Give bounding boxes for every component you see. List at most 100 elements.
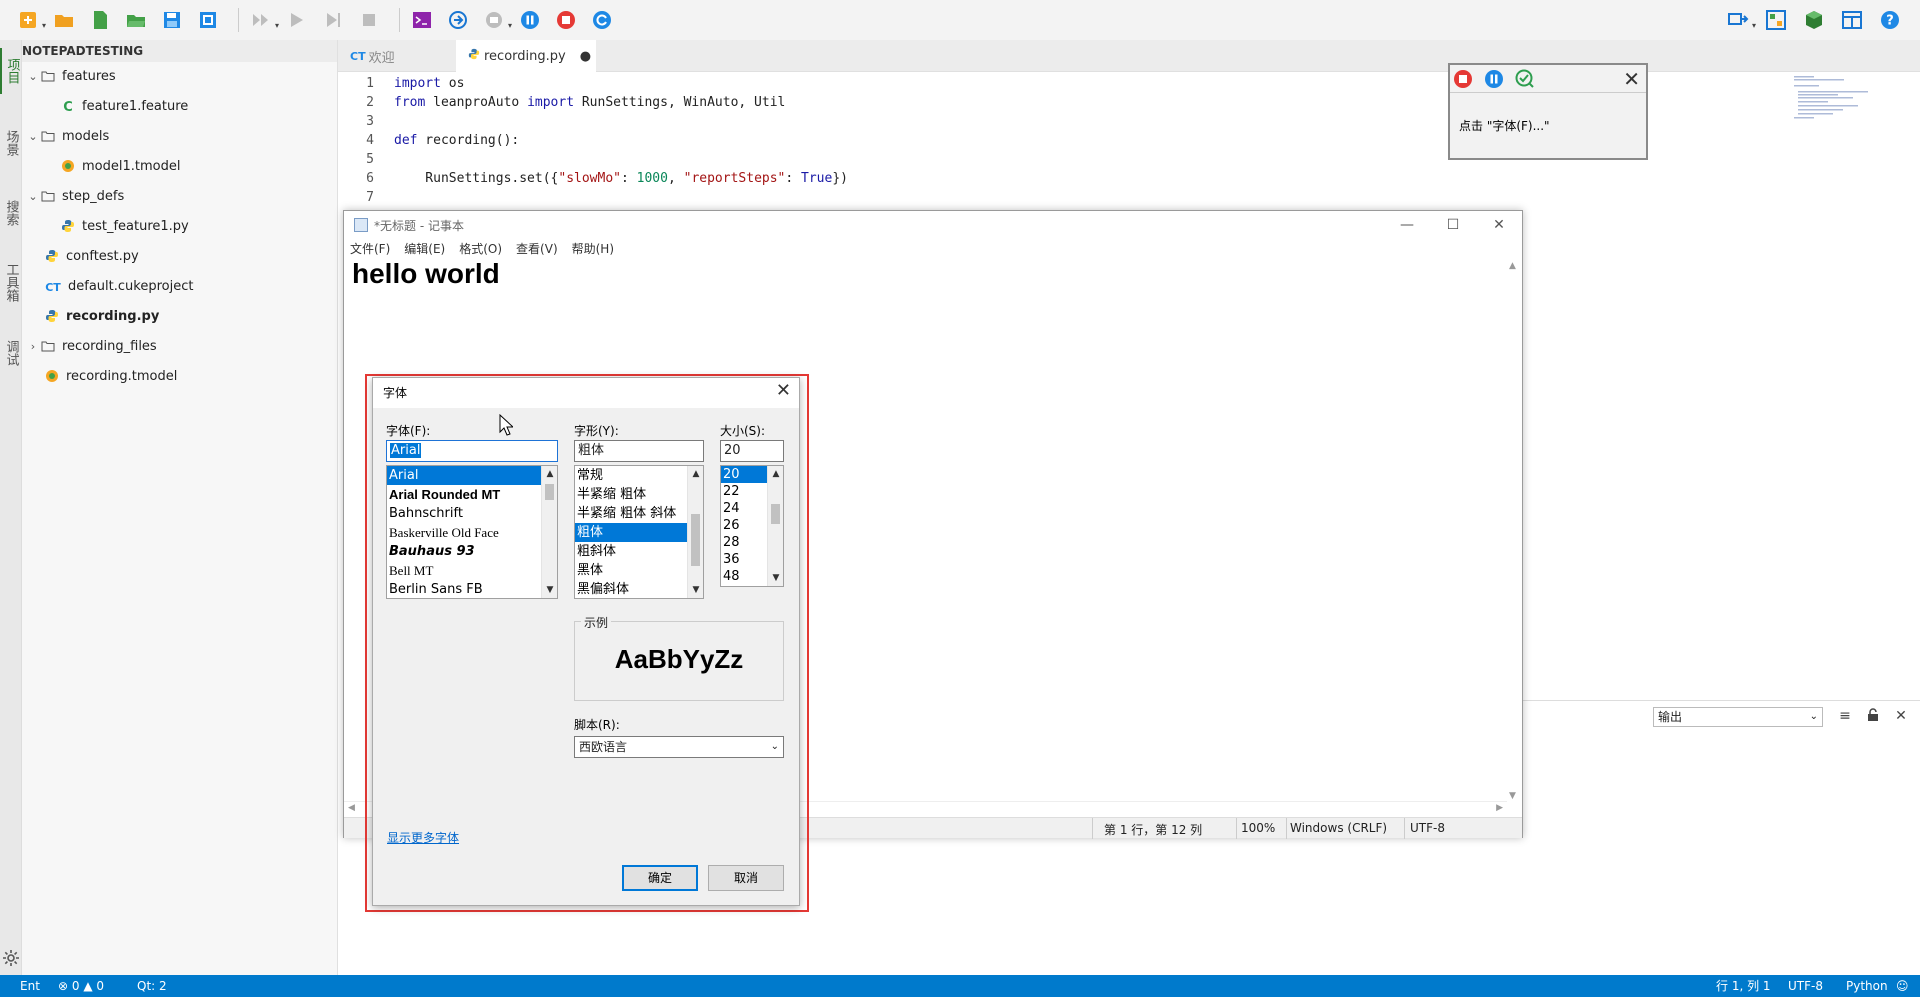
close-panel-icon[interactable]: ✕ — [1893, 708, 1909, 724]
scroll-right-icon[interactable]: ▶ — [1496, 803, 1503, 813]
list-item[interactable]: 半紧缩 粗体 — [575, 485, 703, 504]
refresh-button[interactable] — [588, 6, 616, 34]
activity-tab-search[interactable]: 搜索 — [0, 190, 22, 236]
checkpoint-icon[interactable] — [1515, 69, 1535, 89]
font-dialog-titlebar[interactable]: 字体 — [373, 378, 799, 408]
cancel-button[interactable]: 取消 — [708, 865, 784, 891]
menu-file[interactable]: 文件(F) — [350, 240, 390, 260]
list-item[interactable]: 粗体 — [575, 523, 703, 542]
activity-tab-project[interactable]: 项目 — [0, 48, 22, 94]
scrollbar-thumb[interactable] — [545, 484, 554, 500]
tree-item-recording-files[interactable]: › recording_files — [26, 332, 157, 360]
chevron-down-icon[interactable]: ⌄ — [26, 130, 40, 143]
clear-output-icon[interactable]: ≡ — [1837, 708, 1853, 724]
output-channel-select[interactable]: 输出 ⌄ — [1653, 707, 1823, 727]
list-item[interactable]: 黑体 — [575, 561, 703, 580]
chevron-right-icon[interactable]: › — [26, 340, 40, 353]
font-name-list[interactable]: Arial Arial Rounded MT Bahnschrift Baske… — [386, 465, 558, 599]
stop-record-button[interactable] — [552, 6, 580, 34]
font-size-list[interactable]: 20 22 24 26 28 36 48 ▲ ▼ — [720, 465, 784, 587]
font-style-input[interactable]: 粗体 — [574, 440, 704, 462]
layout-button[interactable] — [1838, 6, 1866, 34]
record-options-button[interactable]: ▾ — [480, 6, 512, 34]
open-file-button[interactable] — [122, 6, 150, 34]
list-item[interactable]: Bahnschrift — [387, 504, 557, 523]
scroll-up-icon[interactable]: ▲ — [1509, 261, 1516, 271]
list-item[interactable]: 粗斜体 — [575, 542, 703, 561]
error-count[interactable]: ⊗ 0 ▲ 0 — [58, 975, 104, 997]
vertical-scrollbar[interactable]: ▲ ▼ — [541, 466, 557, 598]
help-button[interactable]: ? — [1876, 6, 1904, 34]
status-ent[interactable]: Ent — [20, 975, 40, 997]
run-button[interactable] — [283, 6, 311, 34]
status-qt[interactable]: Qt: 2 — [137, 975, 167, 997]
list-item[interactable]: 常规 — [575, 466, 703, 485]
stop-button[interactable] — [355, 6, 383, 34]
tree-item-models[interactable]: ⌄ models — [26, 122, 109, 150]
list-item[interactable]: Baskerville Old Face — [387, 523, 557, 542]
cursor-position[interactable]: 行 1, 列 1 — [1716, 975, 1771, 997]
new-file-button[interactable]: ▾ — [14, 6, 46, 34]
scrollbar-thumb[interactable] — [771, 504, 780, 524]
tree-item-model1-tmodel[interactable]: model1.tmodel — [60, 152, 180, 180]
menu-edit[interactable]: 编辑(E) — [404, 240, 445, 260]
list-item[interactable]: Arial Rounded MT — [387, 485, 557, 504]
notepad-titlebar[interactable]: *无标题 - 记事本 — [344, 211, 1522, 239]
modified-indicator[interactable]: ● — [580, 49, 591, 64]
list-item[interactable]: Arial — [387, 466, 557, 485]
chevron-up-icon[interactable]: ▲ — [542, 466, 557, 482]
minimap[interactable] — [1792, 74, 1902, 134]
package-button[interactable] — [1800, 6, 1828, 34]
activity-tab-debug[interactable]: 调试 — [0, 330, 22, 376]
tab-welcome[interactable]: CT 欢迎 — [338, 40, 456, 72]
font-size-input[interactable]: 20 — [720, 440, 784, 462]
new-document-button[interactable] — [86, 6, 114, 34]
list-item[interactable]: 20 — [721, 466, 767, 483]
vertical-scrollbar[interactable]: ▲ ▼ — [1506, 261, 1522, 801]
close-icon[interactable]: ✕ — [776, 380, 791, 401]
pause-icon[interactable] — [1484, 69, 1504, 89]
step-run-button[interactable] — [319, 6, 347, 34]
tree-item-conftest-py[interactable]: conftest.py — [44, 242, 139, 270]
pause-record-button[interactable] — [516, 6, 544, 34]
show-more-fonts-link[interactable]: 显示更多字体 — [387, 829, 459, 846]
list-item[interactable]: Berlin Sans FB — [387, 580, 557, 598]
script-select[interactable]: 西欧语言 ⌄ — [574, 736, 784, 758]
tree-item-step-defs[interactable]: ⌄ step_defs — [26, 182, 124, 210]
tree-item-default-cukeproject[interactable]: CT default.cukeproject — [44, 272, 193, 300]
chevron-down-icon[interactable]: ⌄ — [26, 70, 40, 83]
device-button[interactable]: ▾ — [1724, 6, 1756, 34]
scrollbar-thumb[interactable] — [691, 514, 700, 566]
vertical-scrollbar[interactable]: ▲ ▼ — [767, 466, 783, 586]
run-all-button[interactable]: ▾ — [247, 6, 279, 34]
tree-item-recording-py[interactable]: recording.py — [44, 302, 159, 330]
lock-icon[interactable] — [1865, 708, 1881, 724]
list-item[interactable]: Bell MT — [387, 561, 557, 580]
chevron-up-icon[interactable]: ▲ — [688, 466, 703, 482]
navigate-button[interactable] — [444, 6, 472, 34]
menu-view[interactable]: 查看(V) — [516, 240, 558, 260]
close-button[interactable]: ✕ — [1476, 211, 1522, 239]
chevron-up-icon[interactable]: ▲ — [768, 466, 783, 482]
tree-item-features[interactable]: ⌄ features — [26, 62, 115, 90]
activity-tab-scenario[interactable]: 场景 — [0, 120, 22, 166]
model-manager-button[interactable] — [1762, 6, 1790, 34]
ok-button[interactable]: 确定 — [622, 865, 698, 891]
chevron-down-icon[interactable]: ▼ — [768, 570, 783, 586]
list-item[interactable]: Bauhaus 93 — [387, 542, 557, 561]
chevron-down-icon[interactable]: ⌄ — [26, 190, 40, 203]
scroll-down-icon[interactable]: ▼ — [1509, 791, 1516, 801]
file-encoding[interactable]: UTF-8 — [1788, 975, 1823, 997]
gear-icon[interactable] — [2, 949, 20, 967]
feedback-icon[interactable]: ☺ — [1896, 975, 1909, 997]
list-item[interactable]: 黑偏斜体 — [575, 580, 703, 598]
vertical-scrollbar[interactable]: ▲ ▼ — [687, 466, 703, 598]
tab-recording-py[interactable]: recording.py ● — [456, 40, 596, 72]
tree-item-recording-tmodel[interactable]: recording.tmodel — [44, 362, 177, 390]
list-item[interactable]: 半紧缩 粗体 斜体 — [575, 504, 703, 523]
menu-help[interactable]: 帮助(H) — [572, 240, 614, 260]
notepad-text-area[interactable]: hello world — [352, 258, 500, 290]
minimize-button[interactable]: — — [1384, 211, 1430, 239]
activity-tab-toolbox[interactable]: 工具箱 — [0, 252, 22, 312]
chevron-down-icon[interactable]: ▼ — [542, 582, 557, 598]
